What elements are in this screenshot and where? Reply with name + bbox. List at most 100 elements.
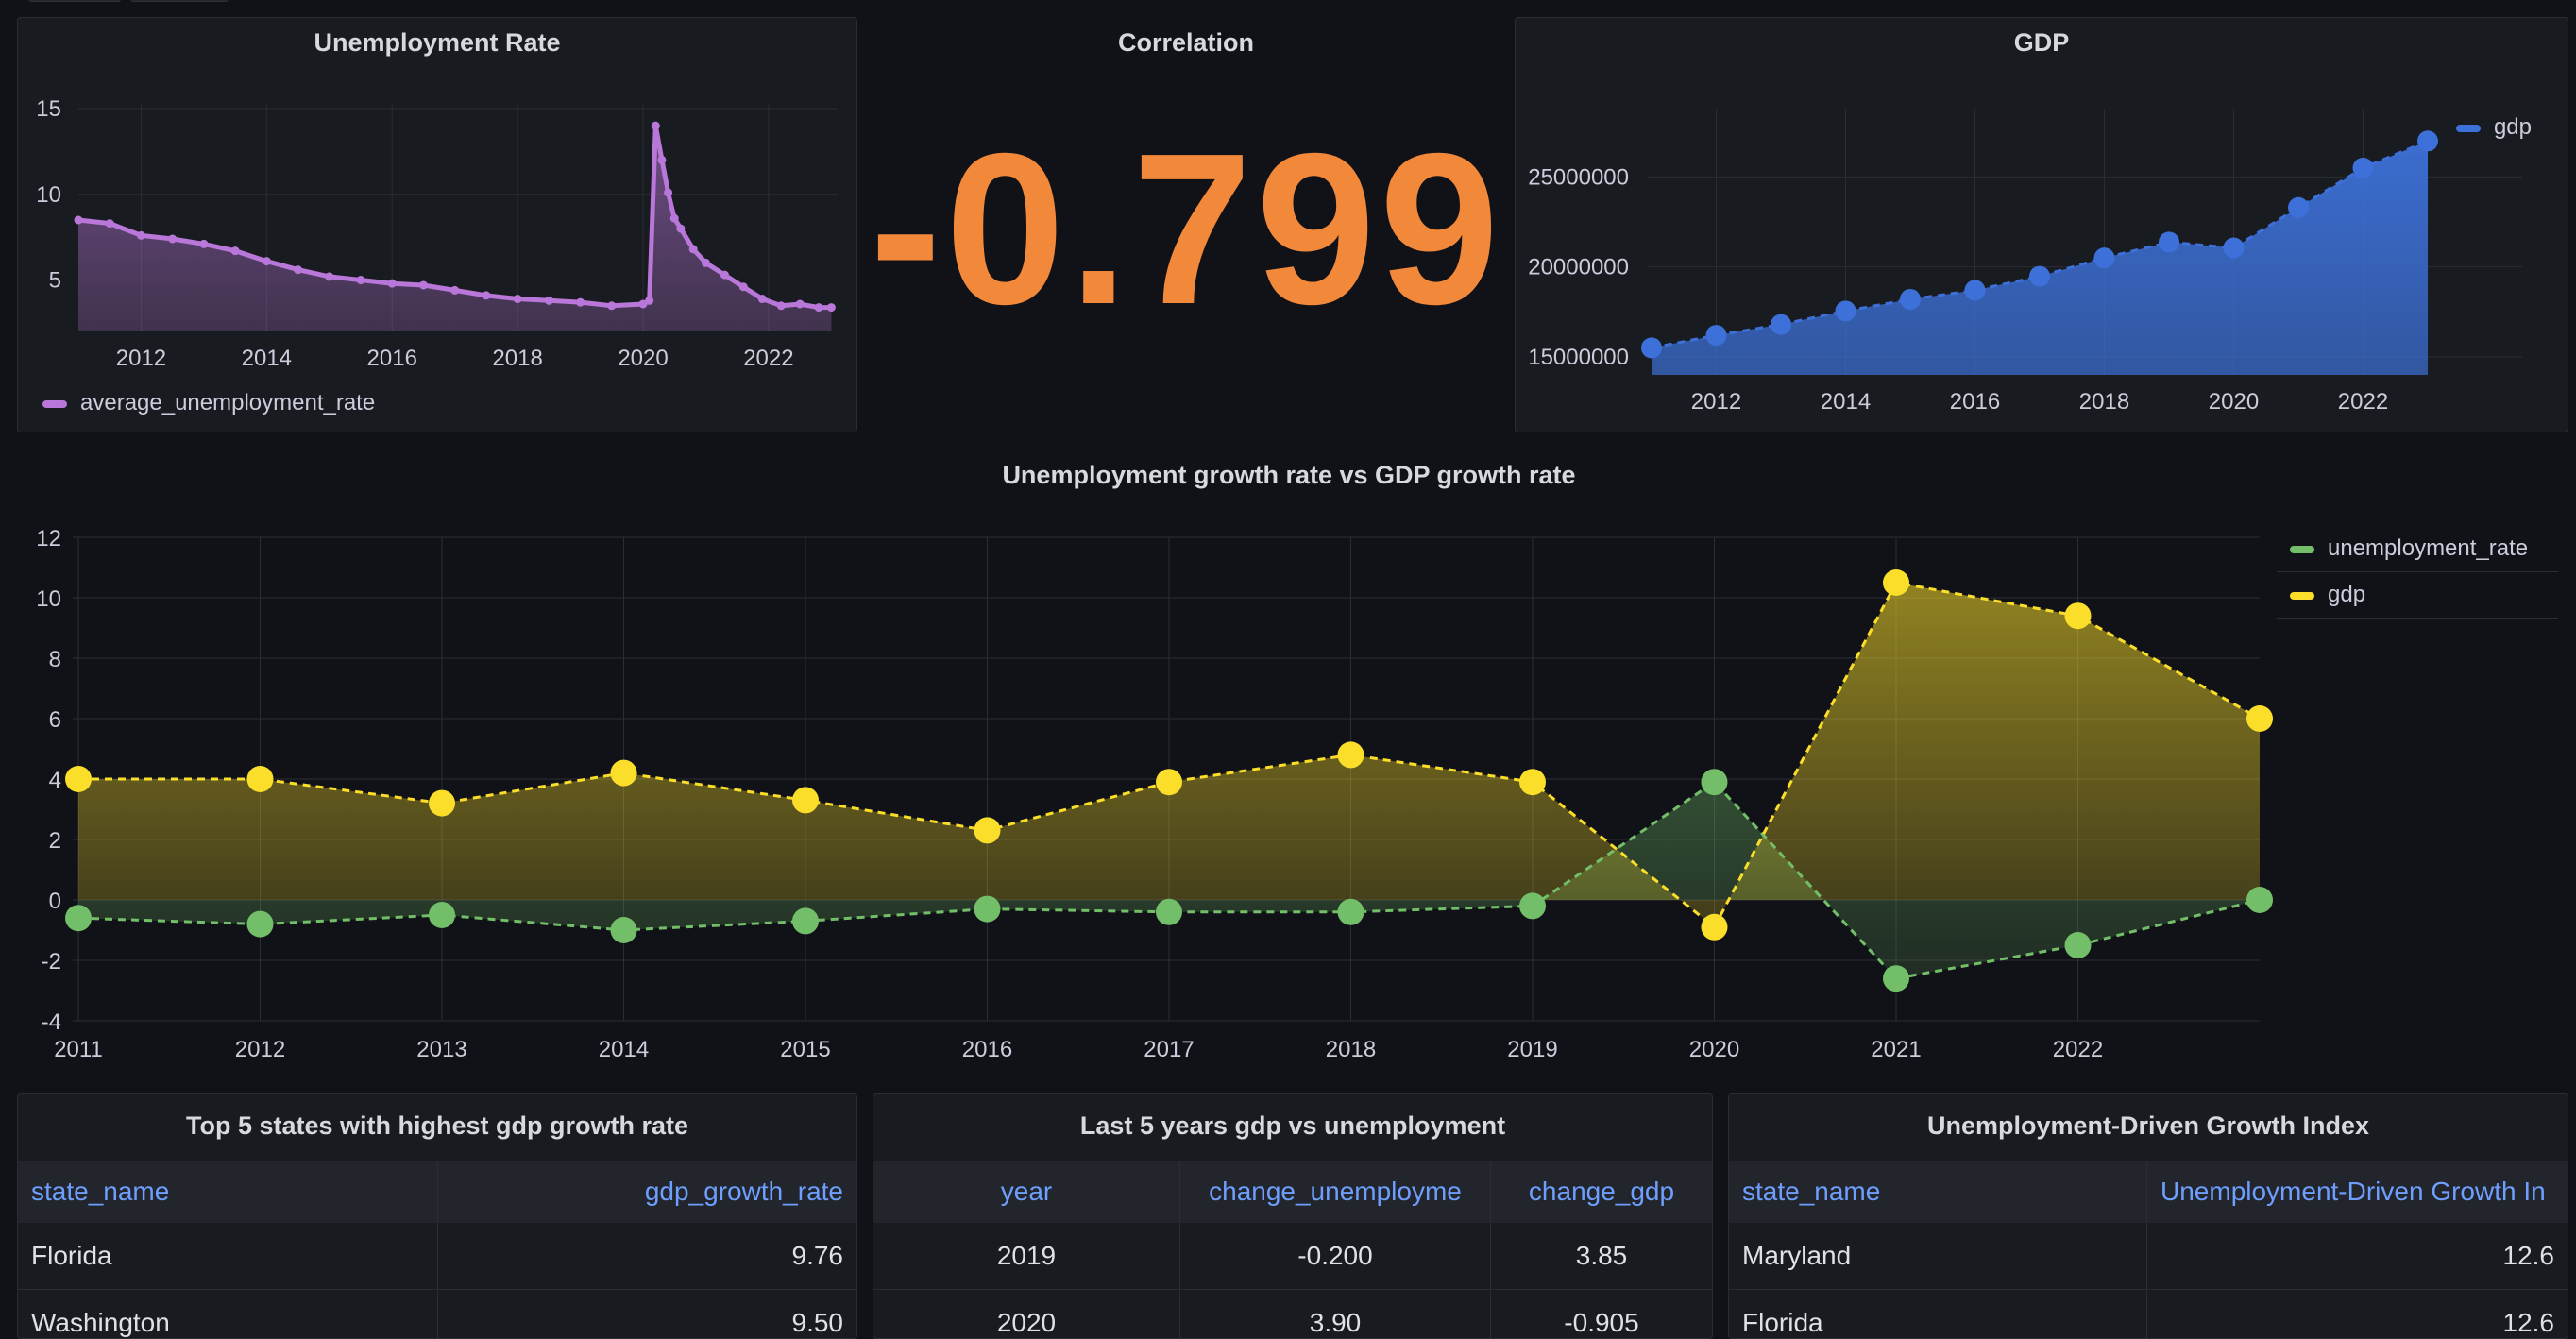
- table-cell: 3.90: [1180, 1290, 1491, 1339]
- legend-swatch: [2290, 592, 2314, 600]
- x-tick-label: 2019: [1507, 1037, 1557, 1062]
- unemployment-rate-area: [78, 126, 831, 331]
- data-point: [664, 188, 672, 196]
- x-tick-label: 2018: [492, 346, 542, 371]
- growth-comparison-panel[interactable]: Unemployment growth rate vs GDP growth r…: [0, 449, 2576, 1082]
- x-tick-label: 2022: [743, 346, 793, 371]
- y-tick-label: 4: [49, 768, 61, 793]
- table-cell: 2019: [873, 1223, 1180, 1290]
- column-header[interactable]: Unemployment-Driven Growth In: [2147, 1161, 2568, 1223]
- unemployment-point: [1519, 892, 1546, 919]
- gdp-panel[interactable]: GDP 150000002000000025000000201220142016…: [1515, 17, 2568, 432]
- x-tick-label: 2015: [780, 1037, 830, 1062]
- column-header[interactable]: year: [873, 1161, 1180, 1223]
- table-cell: 3.85: [1491, 1223, 1713, 1290]
- table-header-row: state_name gdp_growth_rate: [18, 1161, 856, 1223]
- data-point: [482, 291, 490, 299]
- column-header[interactable]: change_gdp: [1491, 1161, 1713, 1223]
- unemployment-point: [429, 902, 455, 928]
- table-row[interactable]: 2020 3.90 -0.905: [873, 1290, 1712, 1339]
- legend-unemployment-rate[interactable]: average_unemployment_rate: [42, 384, 375, 422]
- gdp-point: [2065, 602, 2092, 629]
- x-tick-label: 2014: [599, 1037, 649, 1062]
- x-tick-label: 2014: [242, 346, 292, 371]
- legend-swatch: [2456, 125, 2481, 132]
- data-point: [168, 234, 177, 243]
- legend-swatch: [42, 400, 67, 408]
- top5-states-panel[interactable]: Top 5 states with highest gdp growth rat…: [17, 1093, 857, 1339]
- table-row[interactable]: Florida 9.76: [18, 1223, 856, 1290]
- data-point: [263, 257, 271, 265]
- column-header[interactable]: gdp_growth_rate: [437, 1161, 856, 1223]
- y-tick-label: 10: [36, 586, 61, 612]
- data-point: [645, 297, 653, 305]
- correlation-panel[interactable]: Correlation -0.799: [869, 17, 1503, 432]
- table-cell: Florida: [18, 1223, 437, 1290]
- x-tick-label: 2011: [54, 1037, 103, 1062]
- unemployment-rate-panel[interactable]: Unemployment Rate 5101520122014201620182…: [17, 17, 857, 432]
- gdp-point: [1702, 914, 1728, 941]
- table-cell: 9.50: [437, 1290, 856, 1339]
- data-point: [137, 231, 145, 240]
- gdp-point: [1519, 769, 1546, 795]
- data-point: [652, 122, 660, 130]
- legend-item-unemployment-rate[interactable]: unemployment_rate: [2277, 526, 2558, 572]
- gdp-point: [611, 760, 637, 787]
- unemployment-point: [974, 896, 1001, 923]
- y-tick-label: 12: [36, 526, 61, 551]
- gdp-point: [65, 766, 92, 792]
- toolbar-button[interactable]: [28, 0, 121, 2]
- table-row[interactable]: 2019 -0.200 3.85: [873, 1223, 1712, 1290]
- x-tick-label: 2012: [116, 346, 166, 371]
- y-tick-label: -2: [42, 949, 61, 975]
- growth-index-panel[interactable]: Unemployment-Driven Growth Index state_n…: [1728, 1093, 2568, 1339]
- column-header[interactable]: change_unemployme: [1180, 1161, 1491, 1223]
- data-point: [657, 156, 666, 164]
- data-point: [1771, 314, 1791, 335]
- data-point: [1706, 325, 1727, 346]
- y-tick-label: 15: [36, 96, 61, 122]
- y-tick-label: 25000000: [1528, 164, 1629, 190]
- y-tick-label: 5: [49, 268, 61, 294]
- panel-title: Correlation: [870, 18, 1502, 67]
- x-tick-label: 2016: [1950, 389, 2000, 415]
- data-point: [388, 280, 397, 288]
- data-point: [231, 246, 240, 255]
- data-point: [676, 225, 685, 233]
- x-tick-label: 2021: [1871, 1037, 1921, 1062]
- data-point: [796, 299, 805, 308]
- gdp-point: [1156, 769, 1182, 795]
- x-tick-label: 2018: [2079, 389, 2129, 415]
- column-header[interactable]: state_name: [1729, 1161, 2147, 1223]
- gdp-chart: 1500000020000000250000002012201420162018…: [1516, 18, 2568, 432]
- legend-label: gdp: [2328, 582, 2365, 607]
- table-cell: 9.76: [437, 1223, 856, 1290]
- legend-item-gdp[interactable]: gdp: [2277, 572, 2558, 619]
- data-point: [450, 286, 459, 295]
- data-point: [106, 219, 114, 228]
- data-point: [199, 240, 208, 248]
- y-tick-label: 2: [49, 828, 61, 854]
- legend-label: unemployment_rate: [2328, 535, 2528, 561]
- table-row[interactable]: Florida 12.6: [1729, 1290, 2568, 1339]
- data-point: [75, 216, 83, 225]
- table-header-row: year change_unemployme change_gdp: [873, 1161, 1712, 1223]
- y-tick-label: 15000000: [1528, 345, 1629, 370]
- unemployment-point: [2246, 887, 2273, 913]
- x-tick-label: 2022: [2338, 389, 2388, 415]
- last5-years-table: year change_unemployme change_gdp 2019 -…: [873, 1161, 1712, 1339]
- unemployment-point: [1702, 769, 1728, 795]
- data-point: [2159, 231, 2179, 252]
- data-point: [739, 282, 748, 291]
- last5-years-panel[interactable]: Last 5 years gdp vs unemployment year ch…: [873, 1093, 1713, 1339]
- toolbar-button[interactable]: [130, 0, 229, 2]
- legend-gdp[interactable]: gdp: [2456, 109, 2532, 146]
- column-header[interactable]: state_name: [18, 1161, 437, 1223]
- x-tick-label: 2013: [416, 1037, 466, 1062]
- growth-comparison-chart: -4-2024681012201120122013201420152016201…: [1, 450, 2576, 1082]
- data-point: [2224, 237, 2245, 258]
- legend-label: average_unemployment_rate: [80, 390, 375, 415]
- table-row[interactable]: Maryland 12.6: [1729, 1223, 2568, 1290]
- table-row[interactable]: Washington 9.50: [18, 1290, 856, 1339]
- table-cell: Washington: [18, 1290, 437, 1339]
